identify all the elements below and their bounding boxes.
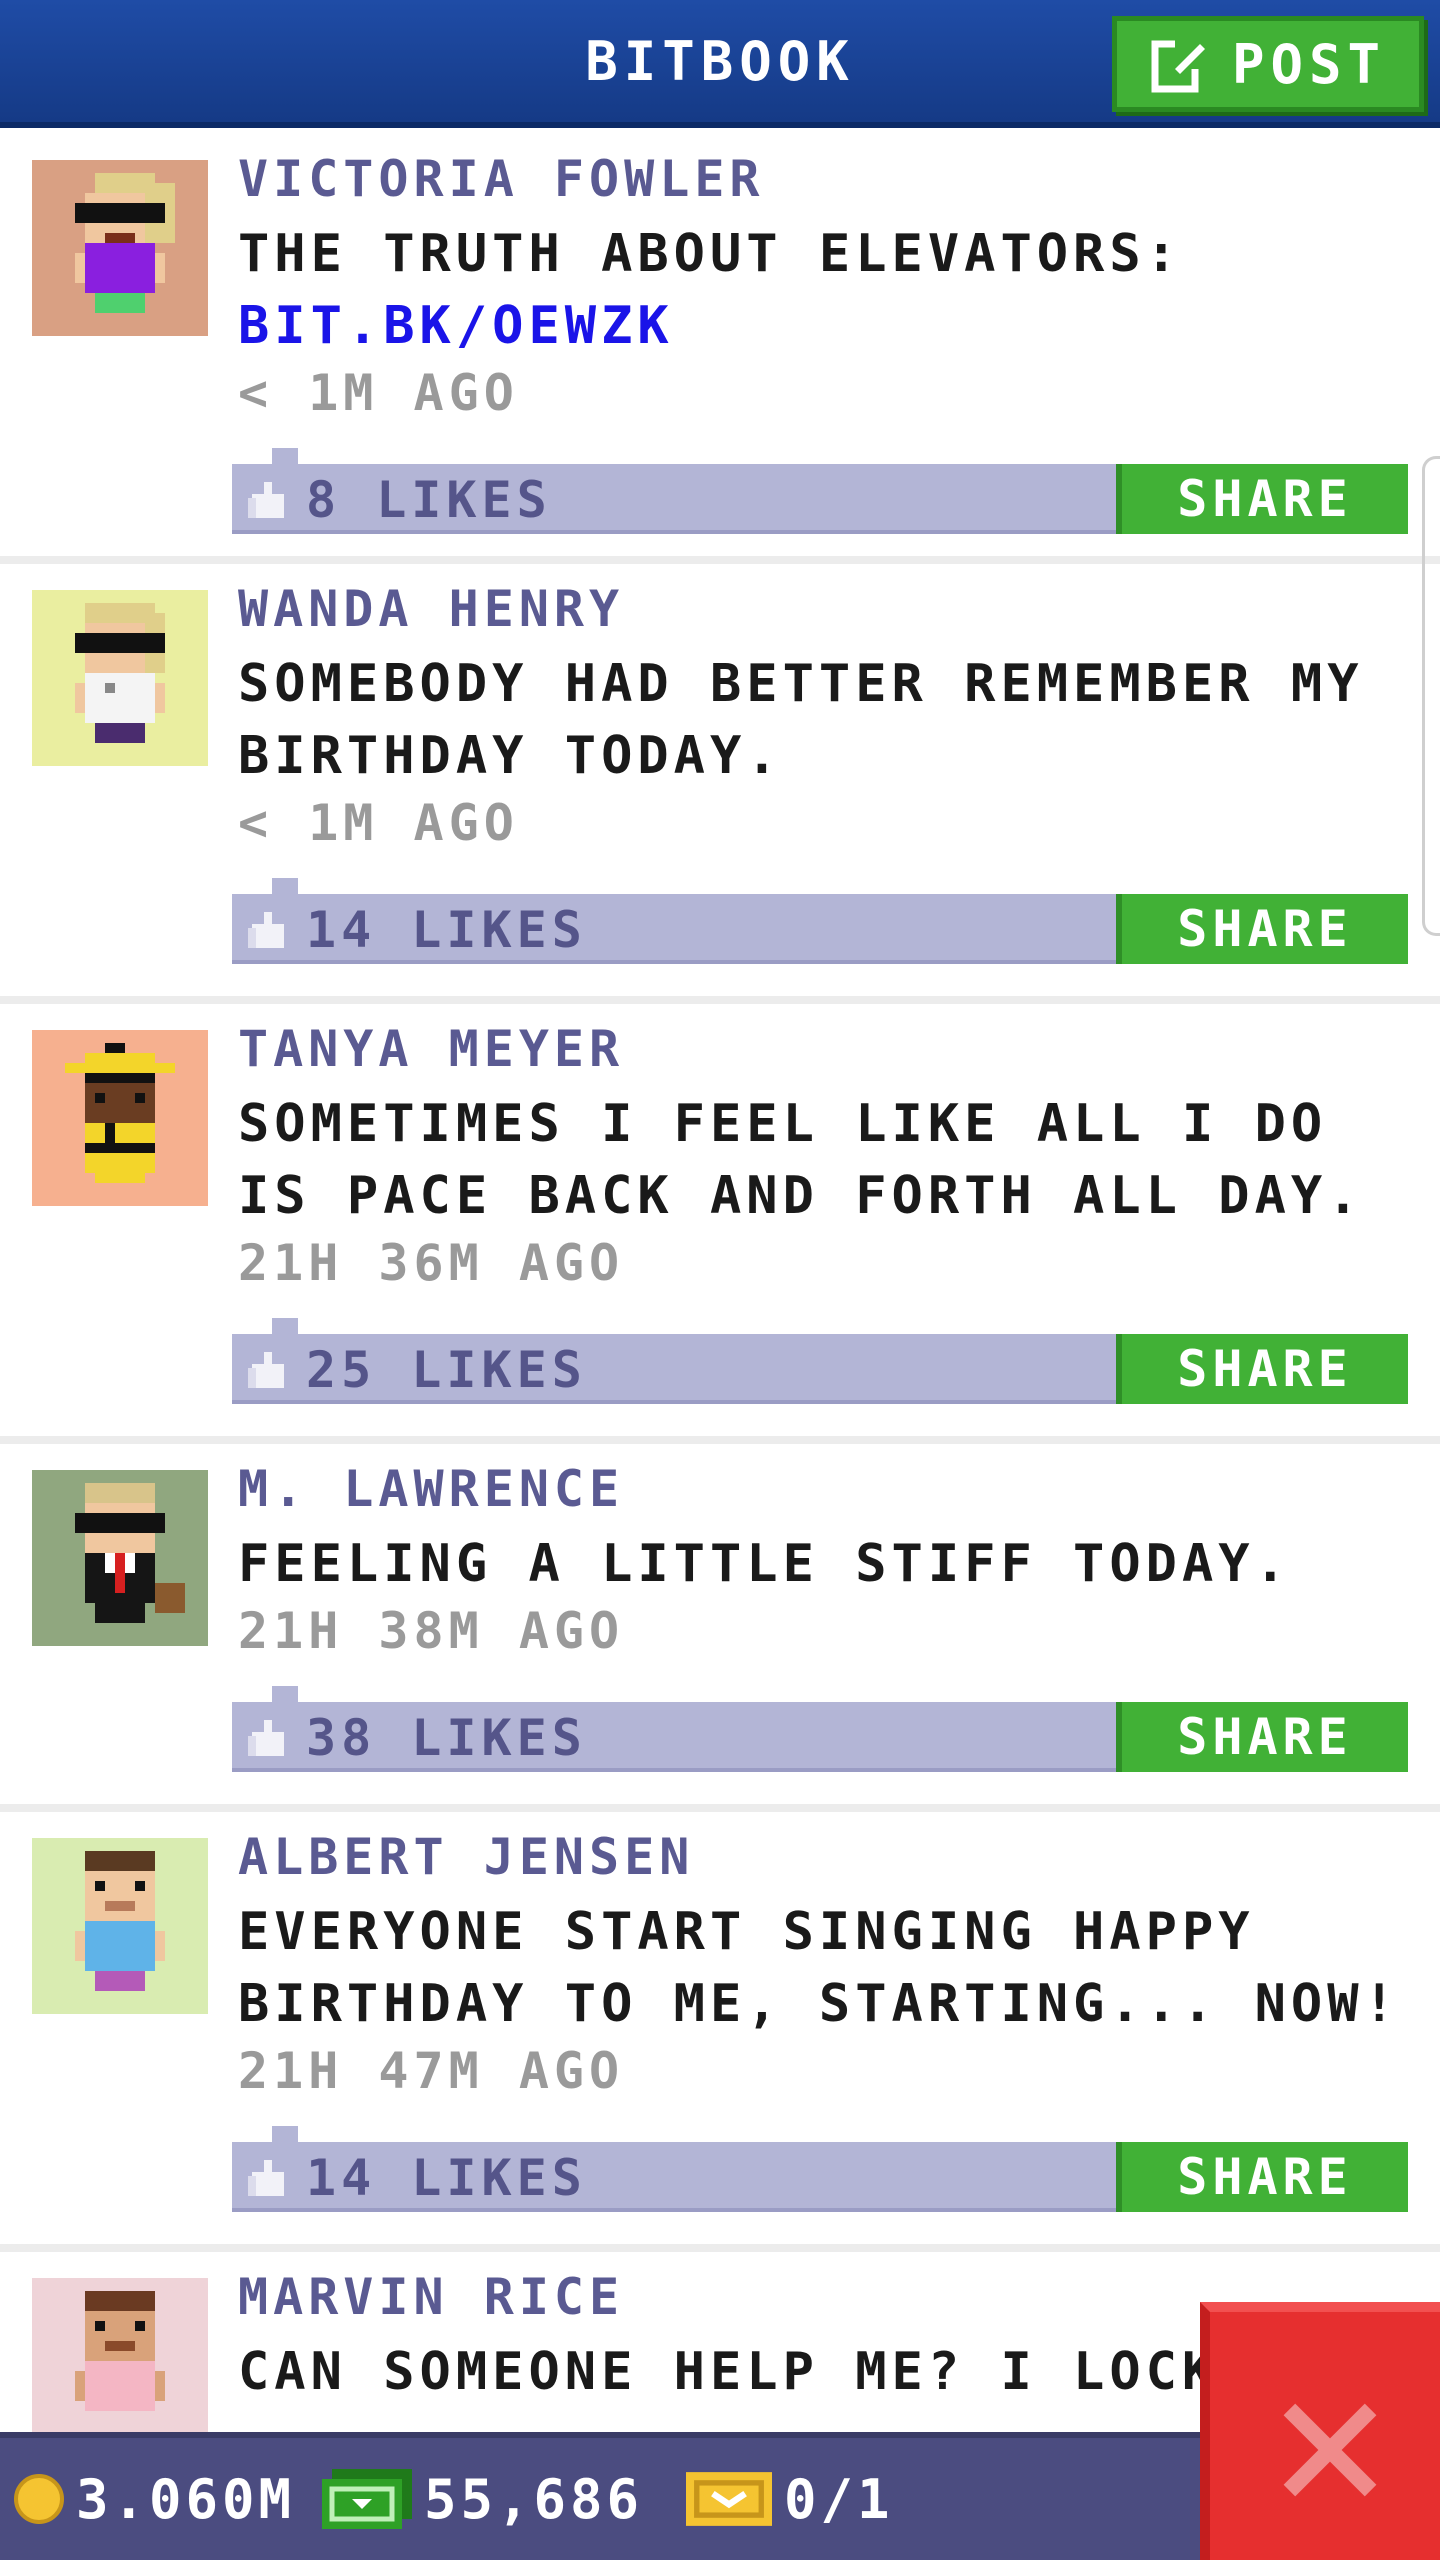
- like-count: 25 LIKES: [306, 1341, 587, 1399]
- feed-post: TANYA MEYER SOMETIMES I FEEL LIKE ALL I …: [0, 1004, 1440, 1444]
- post-link[interactable]: BIT.BK/OEWZK: [238, 290, 1408, 362]
- post-author[interactable]: WANDA HENRY: [238, 580, 624, 638]
- tickets-stat: 0/1: [686, 2438, 894, 2560]
- edit-icon: [1151, 39, 1205, 93]
- share-button[interactable]: SHARE: [1116, 2142, 1408, 2212]
- like-bar-tab: [272, 2126, 298, 2142]
- thumb-icon[interactable]: [248, 1352, 288, 1388]
- avatar[interactable]: [32, 1030, 208, 1206]
- close-button[interactable]: [1200, 2302, 1440, 2560]
- avatar-sprite: [75, 2291, 165, 2411]
- post-message: THE TRUTH ABOUT ELEVATORS:: [238, 224, 1182, 284]
- share-button[interactable]: SHARE: [1116, 894, 1408, 964]
- post-author[interactable]: MARVIN RICE: [238, 2268, 624, 2326]
- like-bar: 38 LIKES SHARE: [232, 1686, 1408, 1772]
- feed-post: M. LAWRENCE FEELING A LITTLE STIFF TODAY…: [0, 1444, 1440, 1812]
- feed-list: VICTORIA FOWLER THE TRUTH ABOUT ELEVATOR…: [0, 134, 1440, 2552]
- like-bar: 14 LIKES SHARE: [232, 878, 1408, 964]
- like-bar-tab: [272, 448, 298, 464]
- like-bar-tab: [272, 878, 298, 894]
- post-author[interactable]: M. LAWRENCE: [238, 1460, 624, 1518]
- ticket-icon: [686, 2472, 772, 2526]
- avatar[interactable]: [32, 1470, 208, 1646]
- avatar-sprite: [75, 603, 165, 743]
- thumb-icon[interactable]: [248, 912, 288, 948]
- avatar-sprite: [75, 173, 175, 313]
- bux-stat: 55,686: [322, 2438, 643, 2560]
- avatar-sprite: [75, 1851, 165, 1991]
- post-message: FEELING A LITTLE STIFF TODAY.: [238, 1534, 1291, 1594]
- post-message: SOMEBODY HAD BETTER REMEMBER MY BIRTHDAY…: [238, 654, 1364, 786]
- share-button[interactable]: SHARE: [1116, 464, 1408, 534]
- feed-post: WANDA HENRY SOMEBODY HAD BETTER REMEMBER…: [0, 564, 1440, 1004]
- scroll-indicator[interactable]: [1422, 456, 1440, 936]
- avatar-sprite: [75, 1483, 185, 1623]
- thumb-icon[interactable]: [248, 482, 288, 518]
- post-timestamp: 21H 36M AGO: [238, 1234, 625, 1292]
- post-timestamp: 21H 38M AGO: [238, 1602, 625, 1660]
- like-count: 14 LIKES: [306, 901, 587, 959]
- like-bar-tab: [272, 1318, 298, 1334]
- share-button[interactable]: SHARE: [1116, 1334, 1408, 1404]
- avatar[interactable]: [32, 2278, 208, 2454]
- bux-value: 55,686: [424, 2467, 644, 2531]
- like-count: 14 LIKES: [306, 2149, 587, 2207]
- app-header: BITBOOK POST: [0, 0, 1440, 128]
- post-timestamp: < 1M AGO: [238, 364, 519, 422]
- avatar-sprite: [65, 1043, 175, 1183]
- post-button[interactable]: POST: [1112, 16, 1424, 112]
- post-message: SOMETIMES I FEEL LIKE ALL I DO IS PACE B…: [238, 1094, 1364, 1226]
- post-message: EVERYONE START SINGING HAPPY BIRTHDAY TO…: [238, 1902, 1400, 2034]
- coin-icon: [14, 2474, 64, 2524]
- post-timestamp: < 1M AGO: [238, 794, 519, 852]
- close-icon: [1283, 2403, 1377, 2497]
- post-author[interactable]: VICTORIA FOWLER: [238, 150, 765, 208]
- like-bar-tab: [272, 1686, 298, 1702]
- post-author[interactable]: ALBERT JENSEN: [238, 1828, 694, 1886]
- bux-icon: [322, 2469, 412, 2529]
- like-bar: 25 LIKES SHARE: [232, 1318, 1408, 1404]
- like-bar: 14 LIKES SHARE: [232, 2126, 1408, 2212]
- feed-post: ALBERT JENSEN EVERYONE START SINGING HAP…: [0, 1812, 1440, 2252]
- share-button[interactable]: SHARE: [1116, 1702, 1408, 1772]
- thumb-icon[interactable]: [248, 2160, 288, 2196]
- avatar[interactable]: [32, 590, 208, 766]
- coins-value: 3.060M: [76, 2467, 296, 2531]
- thumb-icon[interactable]: [248, 1720, 288, 1756]
- like-bar: 8 LIKES SHARE: [232, 448, 1408, 534]
- coins-stat: 3.060M: [14, 2438, 295, 2560]
- post-button-label: POST: [1231, 32, 1387, 96]
- avatar[interactable]: [32, 160, 208, 336]
- avatar[interactable]: [32, 1838, 208, 2014]
- tickets-value: 0/1: [784, 2467, 894, 2531]
- post-timestamp: 21H 47M AGO: [238, 2042, 625, 2100]
- feed-post: VICTORIA FOWLER THE TRUTH ABOUT ELEVATOR…: [0, 134, 1440, 564]
- like-count: 38 LIKES: [306, 1709, 587, 1767]
- post-text: THE TRUTH ABOUT ELEVATORS: BIT.BK/OEWZK: [238, 218, 1408, 362]
- post-author[interactable]: TANYA MEYER: [238, 1020, 624, 1078]
- like-count: 8 LIKES: [306, 471, 552, 529]
